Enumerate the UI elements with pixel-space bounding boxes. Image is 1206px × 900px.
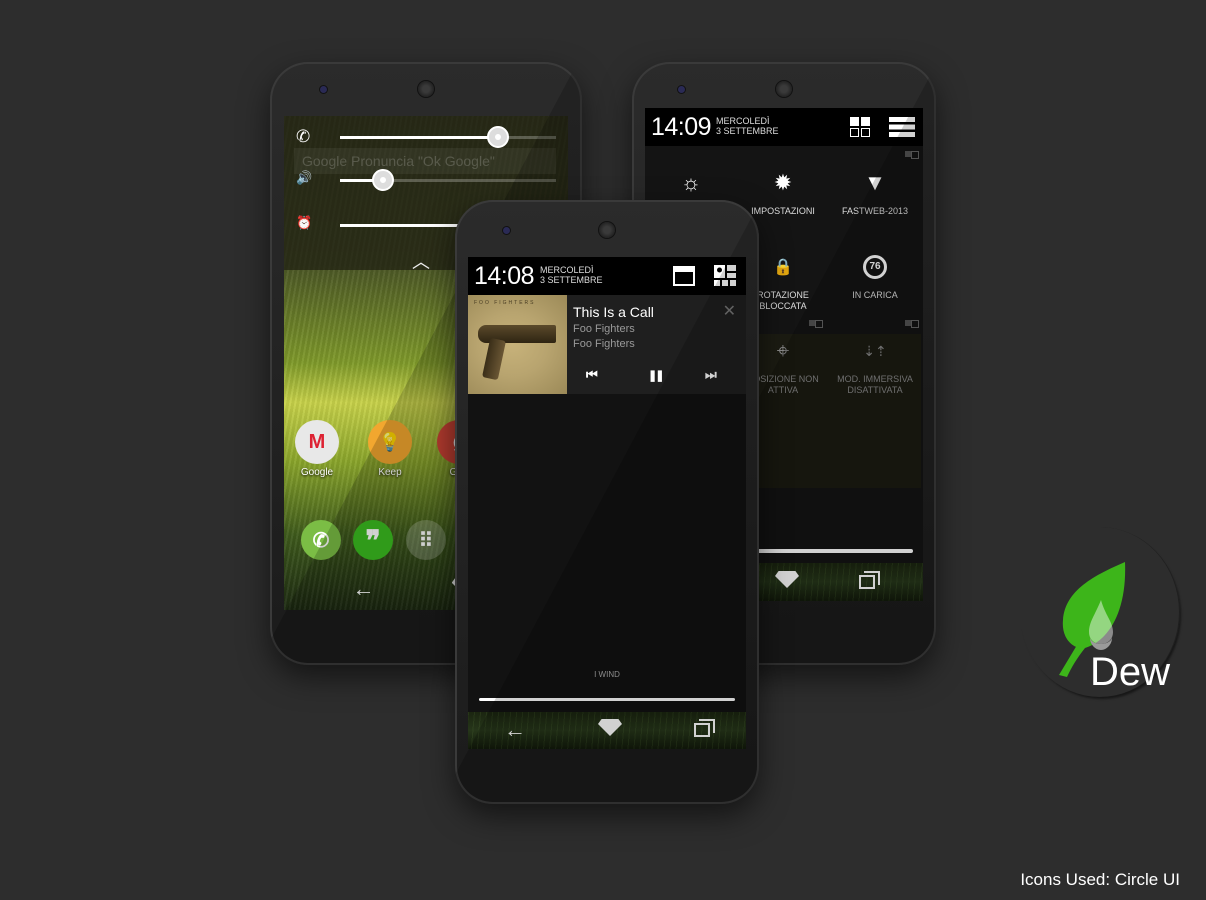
alarm-icon: ⏰ bbox=[296, 215, 313, 230]
page-indicator bbox=[809, 320, 823, 328]
notifications-list-icon[interactable] bbox=[889, 116, 915, 138]
front-camera bbox=[503, 227, 510, 234]
media-volume-slider[interactable] bbox=[340, 169, 556, 191]
notification-header: 14:08 MERCOLEDÌ 3 SETTEMBRE bbox=[468, 257, 746, 295]
app-label: Google bbox=[300, 467, 334, 478]
slider-handle[interactable] bbox=[486, 126, 509, 148]
close-icon[interactable]: ✕ bbox=[723, 301, 736, 321]
next-track-icon[interactable]: ⏭ bbox=[705, 367, 717, 383]
earpiece-speaker bbox=[776, 81, 792, 97]
tile-settings[interactable]: ✹ IMPOSTAZIONI bbox=[737, 166, 829, 217]
media-notification[interactable]: FOO FIGHTERS This Is a Call Foo Fighters… bbox=[468, 295, 746, 394]
media-volume-row: 🔊 bbox=[284, 165, 568, 195]
dock-phone-icon[interactable]: ✆ bbox=[301, 520, 341, 560]
dock-app-drawer-icon[interactable]: ⠿ bbox=[406, 520, 446, 560]
wifi-icon: ▼ bbox=[864, 170, 886, 195]
ringtone-volume-row: ✆ bbox=[284, 122, 568, 152]
immersive-mode-icon: ⇣⇡ bbox=[863, 342, 887, 359]
nav-bar bbox=[745, 571, 905, 593]
date: 3 SETTEMBRE bbox=[716, 126, 779, 136]
keep-bulb-icon: 💡 bbox=[368, 420, 412, 464]
clock: 14:08 bbox=[474, 262, 535, 290]
brightness-icon: ☼ bbox=[680, 170, 702, 195]
earpiece-speaker bbox=[599, 222, 615, 238]
carrier-label: I WIND bbox=[594, 670, 620, 679]
app-keep[interactable]: 💡 Keep bbox=[367, 420, 413, 478]
back-arrow-icon[interactable]: ← bbox=[504, 717, 526, 743]
song-album: Foo Fighters bbox=[573, 338, 635, 350]
app-name: Dew bbox=[1090, 650, 1171, 694]
app-label: Keep bbox=[378, 467, 402, 478]
center-phone-screen: 14:08 MERCOLEDÌ 3 SETTEMBRE FOO FIGHTERS… bbox=[468, 257, 746, 749]
recent-apps-icon[interactable] bbox=[694, 719, 715, 737]
notification-drawer-bar bbox=[479, 698, 735, 701]
nav-bar: ← bbox=[468, 717, 746, 743]
song-title: This Is a Call bbox=[573, 304, 654, 320]
pause-icon[interactable]: ❚❚ bbox=[648, 369, 665, 382]
tile-immersive-mode[interactable]: ⇣⇡ MOD. IMMERSIVA DISATTIVATA bbox=[829, 334, 921, 488]
slider-handle[interactable] bbox=[372, 169, 395, 191]
clock: 14:09 bbox=[651, 113, 712, 141]
dock-hangouts-icon[interactable]: ❞ bbox=[353, 520, 393, 560]
recent-apps-icon[interactable] bbox=[859, 571, 880, 589]
album-art: FOO FIGHTERS bbox=[468, 295, 567, 394]
battery-icon: 76 bbox=[863, 255, 887, 279]
icon-credits: Icons Used: Circle UI bbox=[1020, 870, 1180, 889]
date-label: MERCOLEDÌ 3 SETTEMBRE bbox=[716, 116, 779, 136]
album-band-text: FOO FIGHTERS bbox=[474, 300, 536, 306]
front-camera bbox=[678, 86, 685, 93]
tile-wifi[interactable]: ▼ FASTWEB-2013 bbox=[829, 166, 921, 217]
weekday: MERCOLEDÌ bbox=[716, 116, 770, 126]
weekday: MERCOLEDÌ bbox=[540, 265, 594, 275]
front-camera bbox=[320, 86, 327, 93]
settings-icon: ✹ bbox=[773, 170, 793, 195]
collapse-chevron-up-icon[interactable]: ︿ bbox=[412, 248, 430, 274]
center-phone-mockup: 14:08 MERCOLEDÌ 3 SETTEMBRE FOO FIGHTERS… bbox=[455, 200, 759, 804]
back-arrow-icon[interactable]: ← bbox=[353, 576, 375, 602]
quick-settings-header: 14:09 MERCOLEDÌ 3 SETTEMBRE bbox=[645, 108, 923, 146]
quick-settings-grid-icon[interactable] bbox=[849, 116, 871, 138]
window-toggle-icon[interactable] bbox=[673, 265, 695, 287]
phone-call-icon: ✆ bbox=[296, 127, 311, 146]
song-artist: Foo Fighters bbox=[573, 323, 635, 335]
page-indicator bbox=[905, 320, 919, 328]
date-label: MERCOLEDÌ 3 SETTEMBRE bbox=[540, 265, 603, 285]
home-icon[interactable] bbox=[598, 724, 622, 736]
home-icon[interactable] bbox=[775, 576, 799, 588]
gmail-icon: M bbox=[295, 420, 339, 464]
page-indicator bbox=[905, 151, 919, 159]
ringtone-volume-slider[interactable] bbox=[340, 126, 556, 148]
speaker-icon: 🔊 bbox=[296, 170, 313, 185]
ray-gun-handle bbox=[482, 337, 506, 381]
previous-track-icon[interactable]: ⏮ bbox=[586, 367, 598, 383]
app-google[interactable]: M Google bbox=[294, 420, 340, 478]
tile-battery[interactable]: 76 IN CARICA bbox=[829, 250, 921, 301]
earpiece-speaker bbox=[418, 81, 434, 97]
user-quick-settings-icon[interactable] bbox=[714, 265, 736, 287]
date: 3 SETTEMBRE bbox=[540, 275, 603, 285]
